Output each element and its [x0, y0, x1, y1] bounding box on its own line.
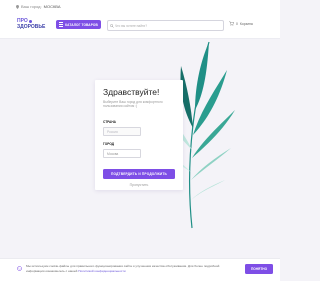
modal-description: Выберите Ваш город для комфортного польз… [103, 100, 163, 109]
cart-link[interactable]: 0 Корзина [229, 21, 253, 26]
cookie-accept-label: ПОНЯТНО [250, 267, 268, 271]
city-prefix: Ваш город: [21, 4, 42, 9]
city-label: ГОРОД [103, 142, 115, 146]
catalog-button[interactable]: КАТАЛОГ ТОВАРОВ [56, 20, 101, 29]
logo-dot [28, 20, 32, 23]
cart-label: Корзина [239, 21, 253, 26]
search-box[interactable] [107, 20, 224, 31]
city-field[interactable]: Москва [103, 149, 141, 158]
city-value: Москва [107, 151, 119, 156]
search-input[interactable] [115, 23, 215, 28]
country-value: Россия [107, 129, 118, 134]
confirm-button[interactable]: ПОДТВЕРДИТЬ И ПРОДОЛЖИТЬ [103, 169, 175, 179]
country-label: СТРАНА [103, 120, 116, 124]
cookie-icon [17, 266, 22, 271]
cookie-banner: Мы используем cookie-файлы для правильно… [0, 258, 280, 281]
search-icon[interactable] [108, 21, 115, 30]
cookie-text-block: Мы используем cookie-файлы для правильно… [26, 264, 222, 273]
city-name: МОСКВА [43, 4, 61, 9]
catalog-label: КАТАЛОГ ТОВАРОВ [65, 22, 98, 27]
privacy-policy-link[interactable]: Политикой конфиденциальности [78, 269, 125, 273]
logo-line2: ЗДОРОВЬЕ [17, 24, 46, 30]
country-field[interactable]: Россия [103, 127, 141, 136]
city-selector[interactable]: Ваш город: МОСКВА [16, 4, 61, 9]
menu-icon [59, 22, 64, 27]
city-selection-modal: Здравствуйте! Выберите Ваш город для ком… [95, 80, 183, 190]
location-pin-icon [16, 4, 19, 9]
cookie-accept-button[interactable]: ПОНЯТНО [245, 264, 273, 274]
confirm-label: ПОДТВЕРДИТЬ И ПРОДОЛЖИТЬ [110, 172, 168, 176]
cart-count: 0 [236, 21, 238, 26]
site-logo[interactable]: ПРО ЗДОРОВЬЕ [17, 19, 45, 30]
modal-title: Здравствуйте! [103, 87, 160, 97]
top-bar: Ваш город: МОСКВА [0, 0, 280, 14]
cart-icon [229, 21, 234, 26]
skip-link[interactable]: Пропустить [95, 183, 183, 187]
